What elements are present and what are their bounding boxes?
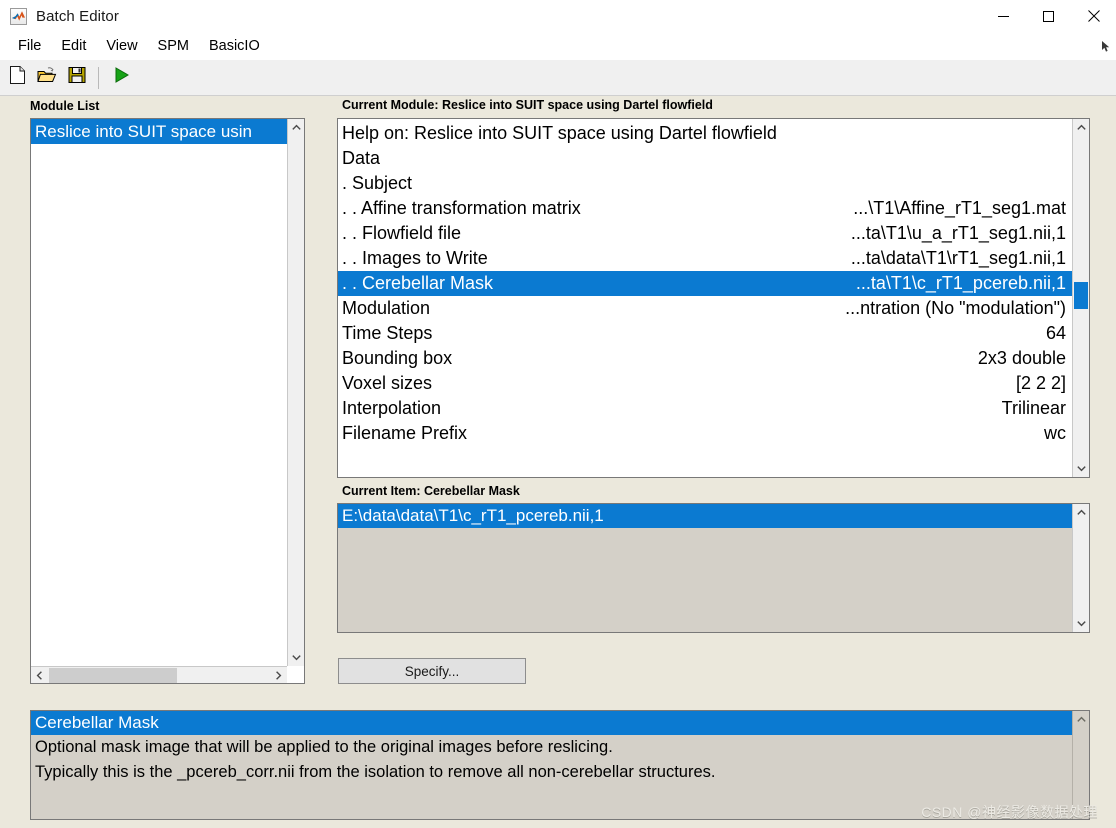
row-key: Time Steps (342, 323, 433, 343)
row-value: wc (1044, 423, 1066, 443)
row-value: ...ta\data\T1\rT1_seg1.nii,1 (850, 248, 1066, 268)
help-pane-line: Typically this is the _pcereb_corr.nii f… (35, 763, 716, 781)
table-row[interactable]: . . Flowfield file ...ta\T1\u_a_rT1_seg1… (338, 221, 1072, 246)
module-list[interactable]: Reslice into SUIT space usin (30, 118, 305, 684)
menu-bar: File Edit View SPM BasicIO (0, 32, 1116, 60)
current-module-label: Current Module: Reslice into SUIT space … (342, 98, 713, 112)
row-key: Data (342, 148, 381, 168)
client-area: Module List Reslice into SUIT space usin… (0, 96, 1116, 828)
new-file-button[interactable] (4, 65, 30, 91)
row-key: Voxel sizes (342, 373, 433, 393)
cursor-artifact-icon (1102, 40, 1112, 52)
table-row[interactable]: . . Affine transformation matrix ...\T1\… (338, 196, 1072, 221)
save-file-button[interactable] (64, 65, 90, 91)
row-value: 2x3 double (977, 348, 1066, 368)
list-item[interactable]: Reslice into SUIT space usin (31, 119, 287, 144)
toolbar-separator (98, 66, 99, 89)
table-row[interactable]: Time Steps 64 (338, 321, 1072, 346)
current-item-list[interactable]: E:\data\data\T1\c_rT1_pcereb.nii,1 (337, 503, 1090, 633)
current-item-values: E:\data\data\T1\c_rT1_pcereb.nii,1 (338, 504, 1072, 632)
table-row[interactable]: Filename Prefix wc (338, 421, 1072, 446)
row-value: [2 2 2] (1015, 373, 1066, 393)
row-key: Filename Prefix (342, 423, 468, 443)
module-list-vertical-scrollbar[interactable] (287, 119, 304, 666)
row-key: . Subject (342, 173, 413, 193)
scroll-thumb[interactable] (1074, 282, 1088, 309)
title-bar: Batch Editor (0, 0, 1116, 32)
scroll-down-icon[interactable] (288, 649, 304, 666)
menu-item-basicio[interactable]: BasicIO (199, 35, 270, 57)
current-module-vertical-scrollbar[interactable] (1072, 119, 1089, 477)
list-item[interactable]: E:\data\data\T1\c_rT1_pcereb.nii,1 (338, 504, 1072, 528)
menu-item-spm[interactable]: SPM (148, 35, 199, 57)
specify-button[interactable]: Specify... (338, 658, 526, 684)
module-list-horizontal-scrollbar[interactable] (31, 666, 287, 683)
row-key: . . Cerebellar Mask (342, 273, 494, 293)
current-item-label: Current Item: Cerebellar Mask (342, 484, 520, 498)
scroll-left-icon[interactable] (31, 667, 48, 683)
table-row-selected[interactable]: . . Cerebellar Mask ...ta\T1\c_rT1_pcere… (338, 271, 1072, 296)
row-key: . . Affine transformation matrix (342, 198, 581, 218)
scroll-up-icon[interactable] (1073, 504, 1089, 521)
table-row[interactable]: Modulation ...ntration (No "modulation") (338, 296, 1072, 321)
matlab-icon (10, 7, 27, 25)
current-module-rows: Help on: Reslice into SUIT space using D… (338, 119, 1072, 477)
row-key: . . Images to Write (342, 248, 488, 268)
new-file-icon (9, 66, 26, 89)
window-controls (981, 0, 1116, 32)
open-file-button[interactable] (34, 65, 60, 91)
table-row[interactable]: . . Images to Write ...ta\data\T1\rT1_se… (338, 246, 1072, 271)
row-key: Help on: Reslice into SUIT space using D… (342, 123, 777, 143)
table-row[interactable]: Help on: Reslice into SUIT space using D… (338, 121, 1072, 146)
close-button[interactable] (1071, 0, 1116, 32)
window-title: Batch Editor (36, 7, 119, 25)
current-module-list[interactable]: Help on: Reslice into SUIT space using D… (337, 118, 1090, 478)
maximize-button[interactable] (1026, 0, 1071, 32)
help-pane-content: Cerebellar Mask Optional mask image that… (31, 711, 1072, 819)
current-item-vertical-scrollbar[interactable] (1072, 504, 1089, 632)
scroll-up-icon[interactable] (288, 119, 304, 136)
menu-item-view[interactable]: View (96, 35, 147, 57)
row-key: Interpolation (342, 398, 442, 418)
row-value: 64 (1045, 323, 1066, 343)
menu-item-edit[interactable]: Edit (51, 35, 96, 57)
scroll-down-icon[interactable] (1073, 615, 1089, 632)
table-row[interactable]: Data (338, 146, 1072, 171)
row-value: ...\T1\Affine_rT1_seg1.mat (853, 198, 1066, 218)
scroll-down-icon[interactable] (1073, 460, 1089, 477)
toolbar (0, 60, 1116, 96)
run-play-icon (113, 66, 131, 89)
table-row[interactable]: Interpolation Trilinear (338, 396, 1072, 421)
open-folder-icon (37, 66, 57, 89)
help-pane-vertical-scrollbar[interactable] (1072, 711, 1089, 819)
scroll-up-icon[interactable] (1073, 711, 1089, 728)
table-row[interactable]: . Subject (338, 171, 1072, 196)
run-button[interactable] (109, 65, 135, 91)
scroll-up-icon[interactable] (1073, 119, 1089, 136)
help-pane-line: Optional mask image that will be applied… (35, 738, 613, 756)
table-row[interactable]: Bounding box 2x3 double (338, 346, 1072, 371)
row-key: . . Flowfield file (342, 223, 462, 243)
row-value: ...ntration (No "modulation") (845, 298, 1066, 318)
module-list-items: Reslice into SUIT space usin (31, 119, 287, 666)
help-pane-title: Cerebellar Mask (31, 711, 1072, 735)
help-pane[interactable]: Cerebellar Mask Optional mask image that… (30, 710, 1090, 820)
row-key: Bounding box (342, 348, 453, 368)
table-row[interactable]: Voxel sizes [2 2 2] (338, 371, 1072, 396)
module-list-label: Module List (30, 99, 100, 113)
row-key: Modulation (342, 298, 431, 318)
save-floppy-icon (68, 66, 86, 89)
scroll-right-icon[interactable] (270, 667, 287, 683)
scroll-thumb[interactable] (49, 668, 177, 683)
minimize-button[interactable] (981, 0, 1026, 32)
menu-item-file[interactable]: File (8, 35, 51, 57)
row-value: ...ta\T1\u_a_rT1_seg1.nii,1 (850, 223, 1066, 243)
row-value: Trilinear (1001, 398, 1066, 418)
row-value: ...ta\T1\c_rT1_pcereb.nii,1 (855, 273, 1066, 293)
